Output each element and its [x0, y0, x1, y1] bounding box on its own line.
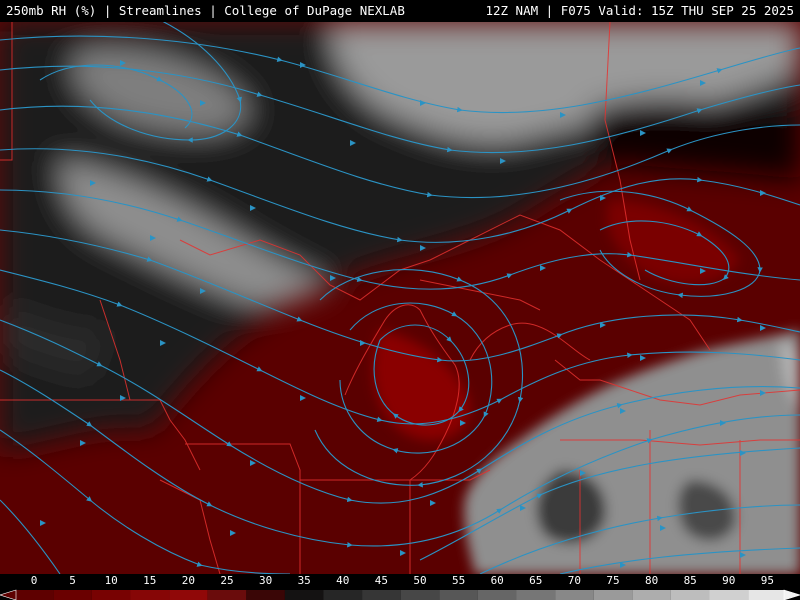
colorbar-tick-label: 30 — [258, 574, 273, 587]
humidity-field — [0, 22, 800, 574]
colorbar-tick-label: 55 — [451, 574, 466, 587]
colorbar-tick-labels: 0 5 10 15 20 25 30 35 40 45 50 55 60 65 70 75 80 85 90 95 — [0, 574, 800, 588]
colorbar-swatch — [130, 590, 170, 600]
colorbar-tick-label: 50 — [413, 574, 427, 587]
colorbar-tick-label: 60 — [490, 574, 504, 587]
colorbar-tick-label: 25 — [220, 574, 234, 587]
colorbar-swatch — [555, 590, 594, 600]
colorbar-tick-label: 75 — [606, 574, 620, 587]
colorbar-tick-label: 40 — [336, 574, 350, 587]
colorbar-swatch — [169, 590, 208, 600]
colorbar-swatch — [670, 590, 710, 600]
colorbar-left-arrow — [0, 589, 17, 600]
colorbar-tick-label: 90 — [722, 574, 736, 587]
colorbar-swatch — [91, 590, 131, 600]
colorbar-tick-label: 0 — [30, 574, 38, 587]
colorbar-swatch — [516, 590, 556, 600]
weather-map-page: 250mb RH (%) | Streamlines | College of … — [0, 0, 800, 600]
colorbar-swatch — [593, 590, 633, 600]
colorbar-tick-label: 85 — [683, 574, 697, 587]
humidity-colorbar: 0 5 10 15 20 25 30 35 40 45 50 55 60 65 70 75 80 85 90 95 — [0, 574, 800, 600]
colorbar-tick-label: 10 — [104, 574, 118, 587]
colorbar-swatch — [323, 590, 363, 600]
colorbar-swatch — [284, 590, 324, 600]
colorbar-right-arrow — [783, 589, 800, 600]
colorbar-tick-label: 5 — [69, 574, 76, 587]
map-header: 250mb RH (%) | Streamlines | College of … — [0, 0, 800, 22]
colorbar-swatch — [16, 590, 54, 600]
colorbar-tick-label: 20 — [181, 574, 196, 587]
colorbar-swatch — [632, 590, 671, 600]
colorbar-tick-label: 45 — [374, 574, 389, 587]
colorbar-swatch — [246, 590, 285, 600]
colorbar-swatch — [709, 590, 749, 600]
model-run-info: 12Z NAM | F075 Valid: 15Z THU SEP 25 202… — [485, 3, 794, 18]
colorbar-swatch — [477, 590, 517, 600]
colorbar-swatch — [207, 590, 247, 600]
colorbar-tick-label: 35 — [297, 574, 311, 587]
colorbar-tick-label: 65 — [529, 574, 543, 587]
colorbar-swatch — [53, 590, 92, 600]
colorbar-tick-label: 15 — [143, 574, 157, 587]
colorbar-tick-label: 70 — [567, 574, 582, 587]
colorbar-tick-label: 95 — [760, 574, 775, 587]
product-title: 250mb RH (%) | Streamlines | College of … — [6, 3, 405, 18]
relative-humidity-map — [0, 22, 800, 574]
colorbar-swatch — [748, 590, 784, 600]
colorbar-swatch — [400, 590, 440, 600]
colorbar-swatch — [439, 590, 478, 600]
colorbar-tick-label: 80 — [644, 574, 659, 587]
colorbar-swatch — [362, 590, 401, 600]
